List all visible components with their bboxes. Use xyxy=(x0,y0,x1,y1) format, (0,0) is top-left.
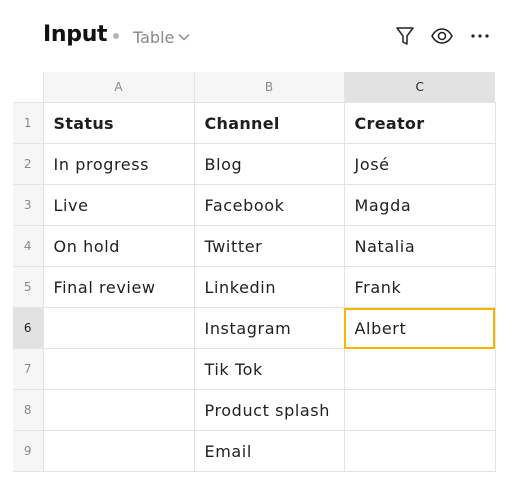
column-header[interactable]: C xyxy=(343,72,495,103)
table-cell[interactable]: Email xyxy=(193,430,344,472)
table-row: 7 Tik Tok xyxy=(13,348,496,390)
table-cell[interactable]: Linkedin xyxy=(193,266,344,308)
table-cell[interactable] xyxy=(42,389,194,431)
table-row: 3 Live Facebook Magda xyxy=(13,184,496,226)
table-cell[interactable]: Channel xyxy=(193,102,344,144)
table-cell[interactable] xyxy=(42,348,194,390)
table-cell[interactable]: Twitter xyxy=(193,225,344,267)
spreadsheet-grid: A B C 1 Status Channel Creator 2 In progress B… xyxy=(13,72,496,472)
row-number[interactable]: 1 xyxy=(13,102,43,144)
eye-icon[interactable] xyxy=(430,24,454,48)
table-cell[interactable]: Final review xyxy=(42,266,194,308)
table-row: 4 On hold Twitter Natalia xyxy=(13,225,496,267)
row-number[interactable]: 6 xyxy=(13,307,43,349)
table-cell[interactable] xyxy=(343,348,496,390)
table-row: 1 Status Channel Creator xyxy=(13,102,496,144)
column-header[interactable]: B xyxy=(193,72,344,103)
table-cell[interactable]: Live xyxy=(42,184,194,226)
table-cell[interactable]: Tik Tok xyxy=(193,348,344,390)
chevron-down-icon xyxy=(178,34,190,41)
row-number[interactable]: 4 xyxy=(13,225,43,267)
table-cell[interactable]: Instagram xyxy=(193,307,344,349)
row-number[interactable]: 2 xyxy=(13,143,43,185)
separator-dot xyxy=(113,33,119,39)
table-cell[interactable]: Frank xyxy=(343,266,496,308)
row-number[interactable]: 3 xyxy=(13,184,43,226)
table-cell[interactable]: On hold xyxy=(42,225,194,267)
table-row: 5 Final review Linkedin Frank xyxy=(13,266,496,308)
column-header[interactable]: A xyxy=(42,72,194,103)
table-cell[interactable]: Product splash xyxy=(193,389,344,431)
view-selector[interactable]: Table xyxy=(133,26,190,48)
row-number[interactable]: 5 xyxy=(13,266,43,308)
corner-cell xyxy=(13,72,43,103)
more-icon[interactable] xyxy=(468,24,492,48)
table-cell[interactable] xyxy=(343,389,496,431)
table-cell[interactable]: Creator xyxy=(343,102,496,144)
filter-icon[interactable] xyxy=(393,24,417,48)
table-cell[interactable]: Facebook xyxy=(193,184,344,226)
table-cell[interactable]: Magda xyxy=(343,184,496,226)
column-header-row: A B C xyxy=(13,72,495,103)
table-cell[interactable]: In progress xyxy=(42,143,194,185)
table-cell[interactable]: José xyxy=(343,143,496,185)
toolbar: Input Table xyxy=(0,0,510,72)
page-title: Input xyxy=(43,22,108,47)
table-row: 9 Email xyxy=(13,430,496,472)
row-number[interactable]: 7 xyxy=(13,348,43,390)
table-row: 6 Instagram Albert xyxy=(13,307,496,349)
table-cell[interactable]: Natalia xyxy=(343,225,496,267)
table-row: 2 In progress Blog José xyxy=(13,143,496,185)
row-number[interactable]: 8 xyxy=(13,389,43,431)
table-cell[interactable]: Status xyxy=(42,102,194,144)
table-cell[interactable] xyxy=(42,307,194,349)
table-row: 8 Product splash xyxy=(13,389,496,431)
row-number[interactable]: 9 xyxy=(13,430,43,472)
table-cell[interactable] xyxy=(343,430,496,472)
view-selector-label: Table xyxy=(133,27,175,47)
table-cell[interactable] xyxy=(42,430,194,472)
active-cell[interactable]: Albert xyxy=(343,307,496,349)
table-cell[interactable]: Blog xyxy=(193,143,344,185)
